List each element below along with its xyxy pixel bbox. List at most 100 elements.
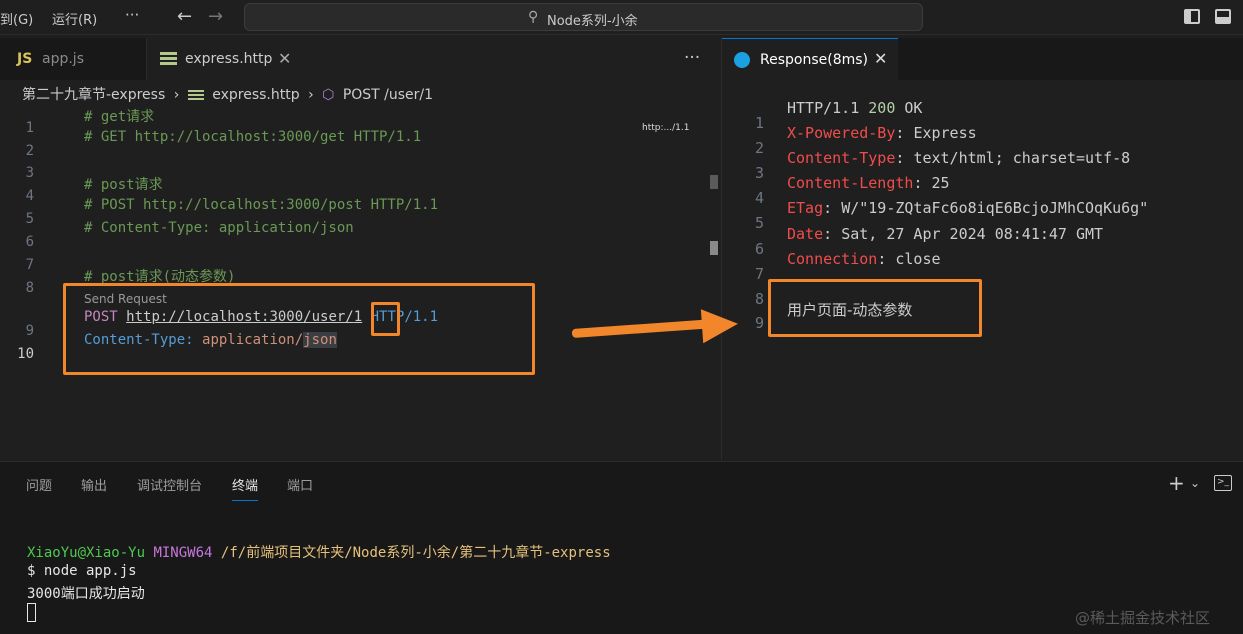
response-line: 4 Content-Length: 25 <box>722 171 1242 207</box>
tab-ports[interactable]: 端口 <box>287 475 313 494</box>
chevron-right-icon: › <box>173 87 180 103</box>
breadcrumb-file[interactable]: express.http <box>212 87 299 103</box>
tab-output[interactable]: 输出 <box>81 475 107 494</box>
tab-debug-console[interactable]: 调试控制台 <box>137 475 202 494</box>
terminal-cursor <box>27 603 36 622</box>
chevron-down-icon[interactable]: ⌄ <box>1190 476 1200 490</box>
header-value: close <box>895 250 941 268</box>
back-arrow-icon[interactable]: ← <box>177 6 192 27</box>
response-line: 3 Content-Type: text/html; charset=utf-8 <box>722 146 1242 182</box>
toggle-panel-icon[interactable] <box>1215 9 1231 24</box>
bottom-panel: 问题 输出 调试控制台 终端 端口 + ⌄ >_ XiaoYu@Xiao-Yu … <box>0 461 1243 634</box>
tab-problems[interactable]: 问题 <box>26 475 52 494</box>
http-file-icon <box>187 89 204 101</box>
response-icon <box>734 52 750 68</box>
header-value: 25 <box>931 174 950 192</box>
terminal-command: $ node app.js <box>27 563 137 579</box>
annotation-box-request <box>63 283 535 375</box>
terminal-cursor-line[interactable] <box>27 603 36 622</box>
annotation-box-param <box>371 302 400 336</box>
menu-run[interactable]: 运行(R) <box>52 9 97 28</box>
code-line: 7 <box>0 241 700 273</box>
new-terminal-icon[interactable]: + <box>1168 471 1185 495</box>
watermark: @稀土掘金技术社区 <box>1075 609 1211 627</box>
code-line: 1 # get请求 <box>0 104 700 136</box>
code-text: # Content-Type: application/json <box>84 220 354 236</box>
search-icon: ⚲ <box>528 9 539 25</box>
tab-app-js[interactable]: JS app.js <box>0 38 147 80</box>
code-text: HTTP/1.1 200 OK <box>787 99 922 117</box>
header-name: X-Powered-By <box>787 124 896 142</box>
header-name: Content-Type <box>787 149 896 167</box>
terminal-system: MINGW64 <box>153 545 213 561</box>
terminal-prompt-line: XiaoYu@Xiao-Yu MINGW64 /f/前端项目文件夹/Node系列… <box>27 542 611 562</box>
tab-express-http[interactable]: express.http ✕ <box>147 38 302 80</box>
code-line: 4 # post请求 <box>0 172 700 204</box>
response-line: 7 Connection: close <box>722 247 1242 283</box>
header-name: Content-Length <box>787 174 914 192</box>
http-file-icon <box>160 52 177 65</box>
breadcrumb-folder[interactable]: 第二十九章节-express <box>22 87 165 103</box>
editor-left[interactable]: 1 # get请求 2 # GET http://localhost:3000/… <box>0 104 720 460</box>
forward-arrow-icon[interactable]: → <box>208 6 223 27</box>
terminal-icon[interactable]: >_ <box>1214 475 1232 491</box>
command-center[interactable]: ⚲ Node系列-小余 <box>244 3 923 31</box>
code-line: 3 <box>0 149 700 181</box>
tab-label: Response(8ms) <box>760 52 869 68</box>
header-name: Connection <box>787 250 878 268</box>
code-text: Connection: close <box>787 250 941 268</box>
toggle-sidebar-icon[interactable] <box>1184 9 1200 24</box>
response-editor[interactable]: 1 HTTP/1.1 200 OK 2 X-Powered-By: Expres… <box>722 80 1243 460</box>
code-text: Content-Type: text/html; charset=utf-8 <box>787 149 1131 167</box>
response-line: 1 HTTP/1.1 200 OK <box>722 96 1242 132</box>
minimap-label: http:.../1.1 <box>642 123 690 133</box>
code-line: 6 # Content-Type: application/json <box>0 218 700 250</box>
tab-terminal[interactable]: 终端 <box>232 475 259 501</box>
code-text: X-Powered-By: Express <box>787 124 977 142</box>
chevron-right-icon: › <box>308 87 314 103</box>
response-line: 6 Date: Sat, 27 Apr 2024 08:41:47 GMT <box>722 222 1242 258</box>
terminal-path: /f/前端项目文件夹/Node系列-小余/第二十九章节-express <box>220 545 611 561</box>
line-number: 9 <box>754 314 764 332</box>
scrollbar-marker <box>710 241 718 255</box>
code-text: ETag: W/"19-ZQtaFc6o8iqE6BcjoJMhCOqKu6g" <box>787 199 1149 217</box>
header-name: Date <box>787 225 824 243</box>
header-value: W/"19-ZQtaFc6o8iqE6BcjoJMhCOqKu6g" <box>841 199 1149 217</box>
tab-label: express.http <box>185 51 273 67</box>
terminal-output: 3000端口成功启动 <box>27 586 145 602</box>
line-number: 8 <box>25 280 34 296</box>
title-bar: 到(G) 运行(R) ··· ← → ⚲ Node系列-小余 <box>0 0 1243 35</box>
header-value: Sat, 27 Apr 2024 08:41:47 GMT <box>841 225 1104 243</box>
code-line: 5 # POST http://localhost:3000/post HTTP… <box>0 195 700 227</box>
tab-response[interactable]: Response(8ms) ✕ <box>722 38 898 80</box>
window-title: Node系列-小余 <box>547 14 638 29</box>
response-line: 5 ETag: W/"19-ZQtaFc6o8iqE6BcjoJMhCOqKu6… <box>722 196 1242 232</box>
menu-goto[interactable]: 到(G) <box>0 9 33 28</box>
line-number: 10 <box>17 346 34 362</box>
code-text: Date: Sat, 27 Apr 2024 08:41:47 GMT <box>787 225 1104 243</box>
close-icon[interactable]: ✕ <box>278 49 291 68</box>
tab-label: app.js <box>42 51 84 67</box>
code-line: 2 # GET http://localhost:3000/get HTTP/1… <box>0 127 700 159</box>
editor-tabs-left: JS app.js express.http ✕ ··· <box>0 38 720 80</box>
header-name: ETag <box>787 199 824 217</box>
terminal-user: XiaoYu@Xiao-Yu <box>27 545 146 561</box>
header-value: Express <box>913 124 977 142</box>
status-text: OK <box>904 99 923 117</box>
editor-tabs-right: Response(8ms) ✕ <box>722 38 1243 80</box>
menu-more-button[interactable]: ··· <box>125 6 139 24</box>
code-text: # post请求 <box>84 177 163 193</box>
code-text: Content-Length: 25 <box>787 174 950 192</box>
more-actions-button[interactable]: ··· <box>684 48 700 68</box>
annotation-box-response <box>768 279 982 337</box>
status-protocol: HTTP/1.1 <box>787 99 860 117</box>
symbol-icon: ⬡ <box>322 87 335 103</box>
header-value: text/html; charset=utf-8 <box>913 149 1131 167</box>
close-icon[interactable]: ✕ <box>874 49 887 68</box>
breadcrumb-symbol[interactable]: POST /user/1 <box>343 87 433 103</box>
status-code: 200 <box>868 99 896 117</box>
scrollbar-thumb[interactable] <box>710 175 718 189</box>
code-text: # GET http://localhost:3000/get HTTP/1.1 <box>84 129 422 145</box>
code-text: # get请求 <box>84 109 155 125</box>
javascript-file-icon: JS <box>17 51 33 67</box>
